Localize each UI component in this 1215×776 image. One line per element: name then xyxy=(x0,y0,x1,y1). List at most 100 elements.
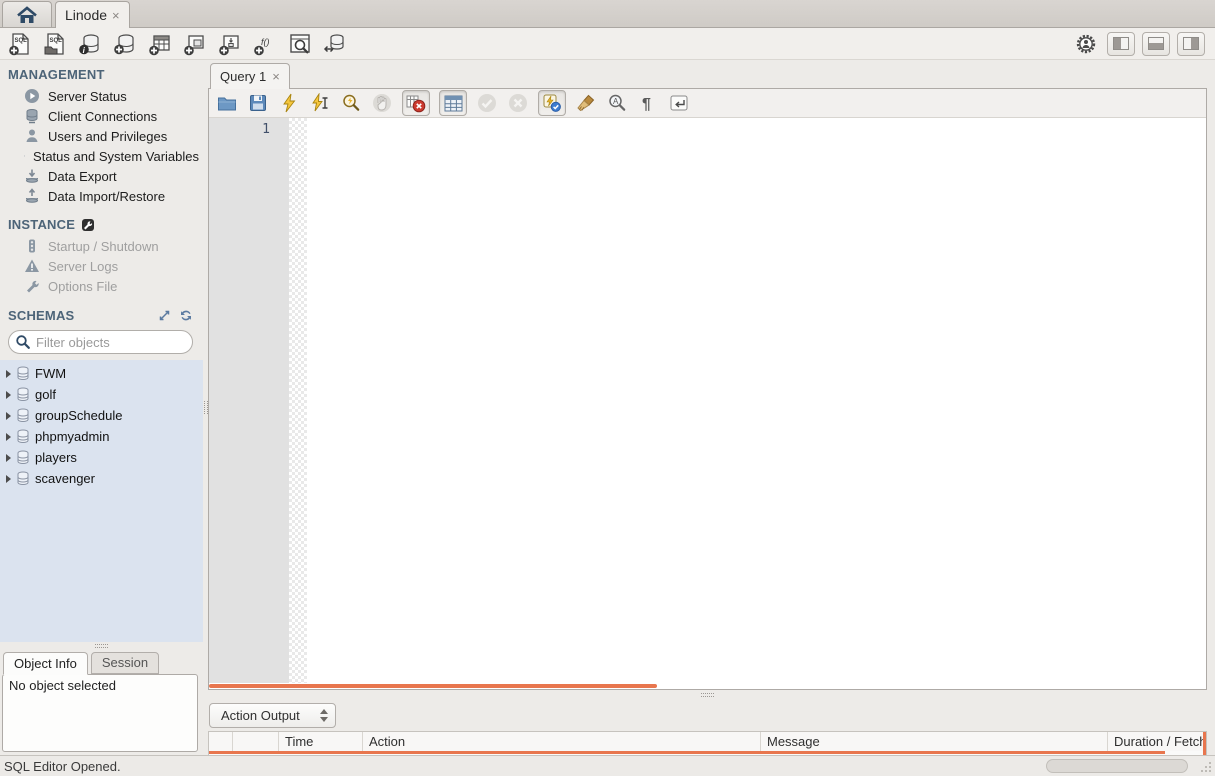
sidebar-item-label: Server Logs xyxy=(48,258,119,274)
save-script-button[interactable] xyxy=(247,92,269,114)
explain-button[interactable] xyxy=(340,92,362,114)
pilcrow-icon: ¶ xyxy=(642,96,651,113)
expand-arrow-icon[interactable] xyxy=(6,453,11,462)
close-icon[interactable]: × xyxy=(112,8,120,23)
left-panel-icon xyxy=(1113,37,1129,50)
schemas-section-header: SCHEMAS xyxy=(0,300,203,325)
sql-editor: 1 xyxy=(209,118,1206,683)
find-button[interactable]: A xyxy=(606,92,628,114)
sidebar-item-label: Options File xyxy=(48,278,118,294)
rollback-button[interactable] xyxy=(507,92,529,114)
editor-horizontal-scrollbar[interactable] xyxy=(209,683,1206,689)
sidebar-item-users-privileges[interactable]: Users and Privileges xyxy=(8,126,199,146)
output-scrollbar-horizontal[interactable] xyxy=(209,751,1165,754)
resize-grip-icon[interactable] xyxy=(1200,761,1212,773)
object-info-panel: No object selected xyxy=(2,674,198,752)
sidebar-item-data-import[interactable]: Data Import/Restore xyxy=(8,186,199,206)
schema-name: FWM xyxy=(35,366,67,381)
sidebar-item-label: Data Import/Restore xyxy=(48,188,166,204)
schema-filter-input[interactable] xyxy=(8,330,193,354)
new-sql-tab-button[interactable]: SQL xyxy=(6,31,34,57)
schema-row-players[interactable]: players xyxy=(0,447,203,468)
schema-icon xyxy=(17,450,29,465)
home-tab[interactable] xyxy=(2,1,52,27)
schema-row-golf[interactable]: golf xyxy=(0,384,203,405)
create-function-button[interactable]: f() xyxy=(251,31,279,57)
expand-arrow-icon[interactable] xyxy=(6,432,11,441)
column-action[interactable]: Action xyxy=(363,732,761,751)
commit-button[interactable] xyxy=(476,92,498,114)
connection-tab[interactable]: Linode × xyxy=(55,1,130,28)
limit-rows-button[interactable] xyxy=(439,90,467,116)
output-splitter[interactable] xyxy=(208,690,1207,700)
toggle-stop-on-error-button[interactable] xyxy=(402,90,430,116)
column-status[interactable] xyxy=(209,732,233,751)
expand-icon[interactable] xyxy=(158,309,171,322)
new-sql-tab-icon: SQL xyxy=(9,32,29,55)
sidebar-item-label: Data Export xyxy=(48,168,117,184)
output-view-selector[interactable]: Action Output xyxy=(209,703,336,728)
sidebar-item-startup-shutdown[interactable]: Startup / Shutdown xyxy=(8,236,199,256)
column-time[interactable]: Time xyxy=(279,732,363,751)
sidebar-item-server-logs[interactable]: Server Logs xyxy=(8,256,199,276)
schema-inspector-button[interactable]: i xyxy=(76,31,104,57)
expand-arrow-icon[interactable] xyxy=(6,474,11,483)
toggle-bottom-panel-button[interactable] xyxy=(1142,31,1170,56)
open-script-button[interactable] xyxy=(216,92,238,114)
close-icon[interactable]: × xyxy=(272,69,280,84)
line-number: 1 xyxy=(262,122,270,137)
query-tab-label: Query 1 xyxy=(220,69,267,84)
sidebar-item-client-connections[interactable]: Client Connections xyxy=(8,106,199,126)
query-tab[interactable]: Query 1 × xyxy=(210,63,290,89)
stop-button[interactable] xyxy=(371,92,393,114)
sidebar-horizontal-splitter[interactable] xyxy=(0,642,203,649)
sidebar-item-system-variables[interactable]: Status and System Variables xyxy=(8,146,199,166)
create-schema-button[interactable] xyxy=(111,31,139,57)
toggle-wrap-button[interactable] xyxy=(668,92,690,114)
schema-row-scavenger[interactable]: scavenger xyxy=(0,468,203,489)
reconnect-dbms-button[interactable] xyxy=(321,31,349,57)
schema-row-phpmyadmin[interactable]: phpmyadmin xyxy=(0,426,203,447)
commit-check-icon xyxy=(478,94,496,112)
schema-row-fwm[interactable]: FWM xyxy=(0,363,203,384)
sidebar-item-server-status[interactable]: Server Status xyxy=(8,86,199,106)
scrollbar-thumb[interactable] xyxy=(209,684,657,688)
create-view-button[interactable] xyxy=(181,31,209,57)
schema-inspector-icon: i xyxy=(79,33,99,54)
sql-editor-panel: Query 1 × A ¶ 1 Action Output Time Actio… xyxy=(208,60,1215,755)
search-table-data-button[interactable] xyxy=(286,31,314,57)
column-index[interactable] xyxy=(233,732,279,751)
splitter-grip-icon xyxy=(701,693,714,697)
tab-object-info[interactable]: Object Info xyxy=(3,652,88,675)
instance-header: INSTANCE xyxy=(8,217,199,232)
open-folder-icon xyxy=(218,97,236,111)
sql-editor-area[interactable] xyxy=(307,118,1206,683)
sidebar-item-data-export[interactable]: Data Export xyxy=(8,166,199,186)
toggle-right-panel-button[interactable] xyxy=(1177,31,1205,56)
execute-current-button[interactable] xyxy=(309,92,331,114)
refresh-icon[interactable] xyxy=(179,309,193,322)
sidebar-item-options-file[interactable]: Options File xyxy=(8,276,199,296)
autocommit-icon xyxy=(543,94,561,112)
schema-row-groupschedule[interactable]: groupSchedule xyxy=(0,405,203,426)
create-procedure-button[interactable] xyxy=(216,31,244,57)
execute-button[interactable] xyxy=(278,92,300,114)
expand-arrow-icon[interactable] xyxy=(6,411,11,420)
schema-filter xyxy=(8,330,193,354)
column-duration[interactable]: Duration / Fetch xyxy=(1108,732,1206,751)
statusbar-scrollbar[interactable] xyxy=(1046,759,1188,773)
output-scrollbar-vertical[interactable] xyxy=(1203,732,1206,755)
beautify-button[interactable] xyxy=(575,92,597,114)
create-procedure-icon xyxy=(219,34,239,55)
toggle-autocommit-button[interactable] xyxy=(538,90,566,116)
create-table-button[interactable] xyxy=(146,31,174,57)
toggle-invisibles-button[interactable]: ¶ xyxy=(637,92,659,114)
toggle-left-panel-button[interactable] xyxy=(1107,31,1135,56)
column-message[interactable]: Message xyxy=(761,732,1108,751)
create-view-icon xyxy=(184,34,204,55)
expand-arrow-icon[interactable] xyxy=(6,369,11,378)
open-sql-script-button[interactable]: SQL xyxy=(41,31,69,57)
expand-arrow-icon[interactable] xyxy=(6,390,11,399)
preferences-button[interactable] xyxy=(1072,31,1100,57)
tab-session[interactable]: Session xyxy=(90,652,160,674)
